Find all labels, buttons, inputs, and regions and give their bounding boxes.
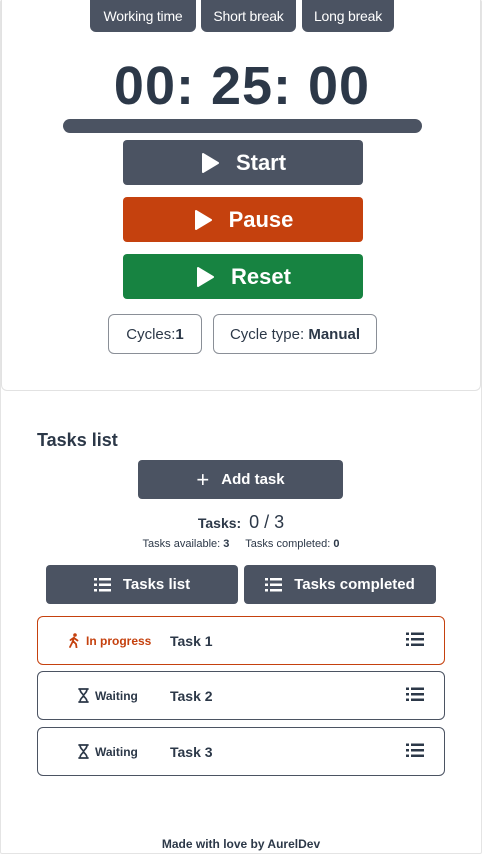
task-item[interactable]: In progress Task 1 [37, 616, 445, 665]
task-name: Task 2 [170, 687, 213, 704]
tasks-count: Tasks: 0 / 3 [0, 512, 482, 533]
hourglass-icon [78, 744, 89, 759]
tasks-count-label: Tasks: [197, 515, 242, 531]
tab-short-break[interactable]: Short break [201, 0, 296, 32]
timer-progress-fill [63, 119, 422, 133]
play-icon [194, 209, 212, 230]
tab-working-time[interactable]: Working time [90, 0, 196, 32]
cycle-type-label: Cycle type: [229, 325, 309, 343]
list-icon [406, 743, 424, 757]
task-menu-button[interactable] [406, 743, 424, 761]
cycle-type-value: Manual [308, 325, 361, 343]
task-status-label: Waiting [95, 688, 138, 703]
tasks-available-label: Tasks available: [142, 538, 221, 550]
task-status: In progress [68, 617, 178, 664]
task-name: Task 1 [170, 632, 213, 649]
start-button[interactable]: Start [123, 140, 363, 185]
mode-tabs: Working time Short break Long break [2, 0, 482, 32]
list-icon [406, 632, 424, 646]
timer-progress-bar [63, 119, 422, 133]
reset-label: Reset [231, 263, 291, 289]
play-icon [197, 266, 215, 287]
footer-credit: Made with love by AurelDev [161, 837, 321, 851]
tab-long-break[interactable]: Long break [302, 0, 394, 32]
cycles-counter[interactable]: Cycles: 1 [108, 314, 202, 354]
task-name: Task 3 [170, 743, 213, 760]
task-item[interactable]: Waiting Task 3 [37, 727, 445, 776]
task-item[interactable]: Waiting Task 2 [37, 671, 445, 720]
play-icon [201, 152, 219, 173]
tab-tasks-list-label: Tasks list [122, 576, 191, 593]
pause-button[interactable]: Pause [123, 197, 363, 242]
add-task-label: Add task [221, 471, 285, 488]
start-label: Start [235, 149, 287, 175]
timer-display: 00: 25: 00 [113, 56, 371, 116]
tasks-summary: Tasks available: 3 Tasks completed: 0 [0, 538, 482, 550]
cycles-label: Cycles: [126, 325, 176, 343]
list-icon [265, 577, 283, 591]
list-icon [406, 687, 424, 701]
task-menu-button[interactable] [406, 687, 424, 705]
task-status-label: In progress [86, 633, 152, 648]
tasks-completed-label: Tasks completed: [245, 538, 331, 550]
hourglass-icon [78, 688, 89, 703]
cycle-type-selector[interactable]: Cycle type: Manual [213, 314, 377, 354]
reset-button[interactable]: Reset [123, 254, 363, 299]
tasks-available-value: 3 [223, 538, 230, 550]
tasks-heading: Tasks list [37, 430, 118, 450]
tab-tasks-completed[interactable]: Tasks completed [244, 565, 436, 604]
task-status-label: Waiting [95, 744, 138, 759]
walking-person-icon [69, 633, 79, 648]
tasks-completed-value: 0 [333, 538, 340, 550]
plus-icon: + [196, 466, 210, 492]
list-icon [93, 577, 111, 591]
tasks-count-value: 0 / 3 [249, 512, 285, 532]
add-task-button[interactable]: + Add task [138, 460, 343, 499]
tab-tasks-completed-label: Tasks completed [294, 576, 415, 593]
timer-card: Working time Short break Long break 00: … [1, 0, 481, 391]
cycles-value: 1 [175, 325, 184, 343]
pause-label: Pause [228, 206, 294, 232]
task-menu-button[interactable] [406, 632, 424, 650]
tab-tasks-list[interactable]: Tasks list [46, 565, 238, 604]
